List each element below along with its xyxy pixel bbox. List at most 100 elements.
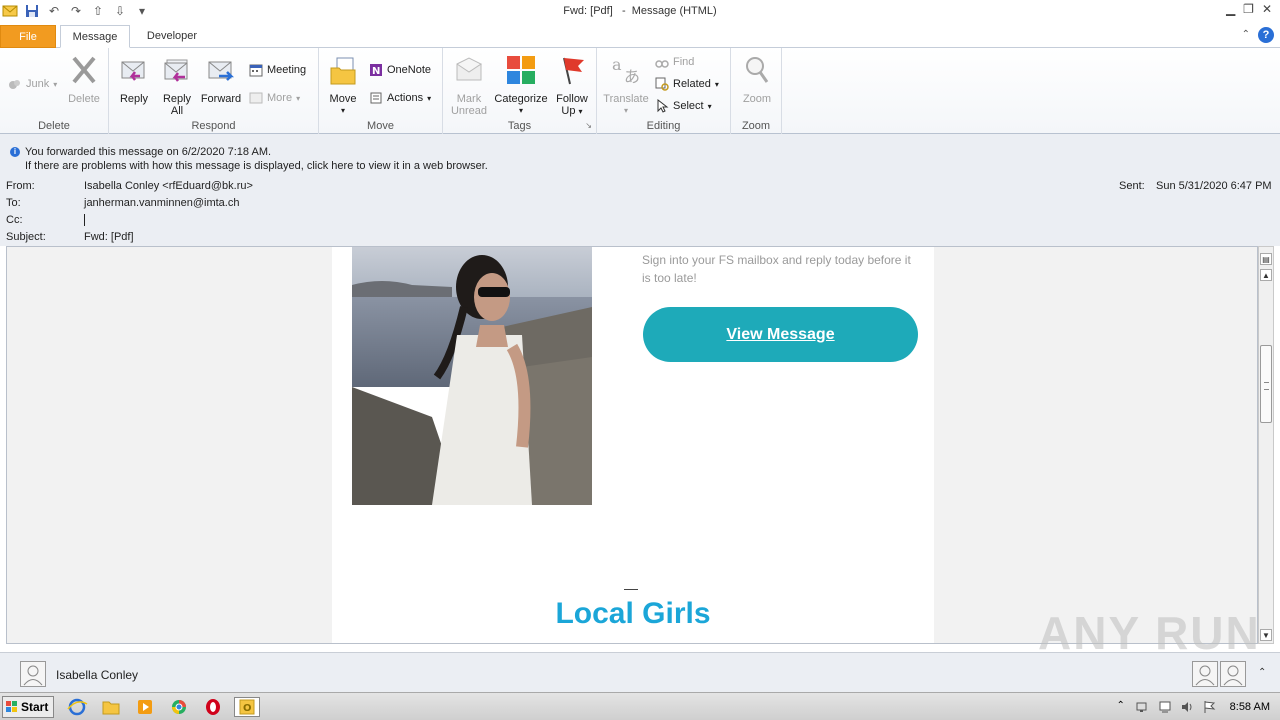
meeting-button[interactable]: Meeting xyxy=(249,62,306,78)
message-body: Sign into your FS mailbox and reply toda… xyxy=(6,246,1258,644)
mark-unread-icon xyxy=(456,57,482,81)
scroll-down-arrow-icon[interactable]: ▼ xyxy=(1260,629,1272,641)
categorize-label: Categorize xyxy=(494,93,548,105)
forwarded-notice-text: You forwarded this message on 6/2/2020 7… xyxy=(25,146,272,158)
title-bar: ↶ ↷ ⇧ ⇩ ▾ Fwd: [Pdf] - Message (HTML) ▁ … xyxy=(0,0,1280,24)
onenote-button[interactable]: N OneNote xyxy=(369,62,431,78)
minimize-icon[interactable]: ▁ xyxy=(1226,2,1235,16)
sender-name[interactable]: Isabella Conley xyxy=(56,668,138,682)
web-browser-notice[interactable]: If there are problems with how this mess… xyxy=(25,160,488,172)
taskbar-ie-icon[interactable] xyxy=(64,697,90,717)
email-content: Sign into your FS mailbox and reply toda… xyxy=(332,247,934,643)
close-icon[interactable]: ✕ xyxy=(1262,2,1272,16)
delete-button[interactable]: Delete xyxy=(64,54,104,105)
reply-all-label-1: Reply xyxy=(162,93,192,105)
ribbon-tabs: File Message Developer ⌃ ? xyxy=(0,24,1280,48)
meeting-label: Meeting xyxy=(267,64,307,76)
cc-value[interactable] xyxy=(84,214,85,226)
actions-button[interactable]: Actions ▾ xyxy=(369,90,431,106)
tray-expand-icon[interactable]: ⌃ xyxy=(1114,700,1128,714)
message-header: i You forwarded this message on 6/2/2020 … xyxy=(0,134,1280,246)
tray-volume-icon[interactable] xyxy=(1180,700,1194,714)
categorize-button[interactable]: Categorize ▾ xyxy=(492,54,550,117)
scroll-settings-icon[interactable]: ▤ xyxy=(1260,253,1272,265)
forward-icon xyxy=(208,61,235,81)
group-editing-label: Editing xyxy=(646,120,681,132)
info-icon: i xyxy=(10,147,20,158)
minimize-ribbon-icon[interactable]: ⌃ xyxy=(1242,27,1250,43)
related-button[interactable]: Related ▾ xyxy=(655,76,719,92)
reply-all-icon xyxy=(164,59,188,82)
delete-label: Delete xyxy=(68,93,100,105)
vertical-scrollbar[interactable]: ▤ ▲ ▼ xyxy=(1258,246,1274,644)
tab-developer[interactable]: Developer xyxy=(136,25,208,48)
scroll-up-arrow-icon[interactable]: ▲ xyxy=(1260,269,1272,281)
from-label: From: xyxy=(6,180,35,192)
taskbar-opera-icon[interactable] xyxy=(200,697,226,717)
local-girls-heading: Local Girls xyxy=(555,597,711,630)
help-icon[interactable]: ? xyxy=(1258,27,1274,43)
follow-up-label-1: Follow xyxy=(556,93,588,105)
move-folder-icon xyxy=(330,57,356,85)
taskbar-media-player-icon[interactable] xyxy=(132,697,158,717)
reply-all-button[interactable]: Reply All xyxy=(157,54,197,117)
group-tags: Mark Unread Categorize ▾ Follow Up ▾ Tag… xyxy=(443,48,597,134)
select-button[interactable]: Select ▾ xyxy=(655,98,712,114)
forward-button[interactable]: Forward xyxy=(199,54,243,105)
follow-up-button[interactable]: Follow Up ▾ xyxy=(551,54,593,118)
group-delete-label: Delete xyxy=(38,120,70,132)
people-pane-avatar-1[interactable] xyxy=(1192,661,1218,687)
sender-avatar[interactable] xyxy=(20,661,46,687)
forwarded-notice: i You forwarded this message on 6/2/2020 … xyxy=(10,146,271,158)
scroll-thumb[interactable] xyxy=(1260,345,1272,423)
to-value[interactable]: janherman.vanminnen@imta.ch xyxy=(84,197,239,209)
move-button[interactable]: Move ▾ xyxy=(325,54,361,117)
actions-label: Actions xyxy=(387,92,424,104)
translate-button[interactable]: aあ Translate ▾ xyxy=(601,54,651,117)
taskbar-chrome-icon[interactable] xyxy=(166,697,192,717)
anyrun-watermark: ANY RUN xyxy=(1038,607,1261,659)
tab-file[interactable]: File xyxy=(0,25,56,48)
expand-people-pane-icon[interactable]: ⌃ xyxy=(1258,667,1266,678)
tags-dialog-launcher-icon[interactable]: ↘ xyxy=(585,121,592,130)
tab-message[interactable]: Message xyxy=(60,25,130,48)
tray-flag-icon[interactable] xyxy=(1202,700,1216,714)
restore-icon[interactable]: ❐ xyxy=(1243,2,1254,16)
tray-clock[interactable]: 8:58 AM xyxy=(1230,701,1270,713)
find-binoculars-icon xyxy=(655,60,669,68)
group-zoom: Zoom Zoom xyxy=(731,48,782,134)
more-label: More xyxy=(267,92,293,104)
translate-icon: aあ xyxy=(612,55,640,86)
taskbar-outlook-icon[interactable]: O xyxy=(234,697,260,717)
junk-button[interactable]: Junk ▾ xyxy=(8,76,57,92)
svg-text:N: N xyxy=(372,66,380,77)
follow-up-flag-icon xyxy=(563,57,584,85)
separator-dash xyxy=(624,589,638,590)
tray-network-icon[interactable] xyxy=(1136,700,1150,714)
people-pane-avatar-2[interactable] xyxy=(1220,661,1246,687)
more-button[interactable]: More ▾ xyxy=(249,90,300,106)
move-label: Move xyxy=(329,93,357,105)
to-label: To: xyxy=(6,197,21,209)
view-message-button[interactable]: View Message xyxy=(643,307,918,362)
svg-text:a: a xyxy=(612,55,622,74)
reply-button[interactable]: Reply xyxy=(115,54,153,105)
onenote-label: OneNote xyxy=(387,64,432,76)
sent-value: Sun 5/31/2020 6:47 PM xyxy=(1156,180,1272,192)
sent-label: Sent: xyxy=(1119,180,1145,192)
taskbar: Start O ⌃ 8:58 AM xyxy=(0,692,1280,720)
zoom-button[interactable]: Zoom xyxy=(737,54,777,105)
subject-value: Fwd: [Pdf] xyxy=(84,231,134,243)
start-button[interactable]: Start xyxy=(2,696,54,718)
select-label: Select xyxy=(673,100,704,112)
group-tags-label: Tags xyxy=(507,120,532,132)
junk-icon xyxy=(9,80,20,89)
window-title-subject: Fwd: [Pdf] xyxy=(563,5,613,17)
mark-unread-button[interactable]: Mark Unread xyxy=(449,54,489,117)
tray-display-icon[interactable] xyxy=(1158,700,1172,714)
from-value[interactable]: Isabella Conley <rfEduard@bk.ru> xyxy=(84,180,253,192)
find-button[interactable]: Find xyxy=(655,54,694,70)
window-title-type: Message (HTML) xyxy=(631,5,717,17)
profile-photo xyxy=(352,247,592,505)
taskbar-explorer-icon[interactable] xyxy=(98,697,124,717)
